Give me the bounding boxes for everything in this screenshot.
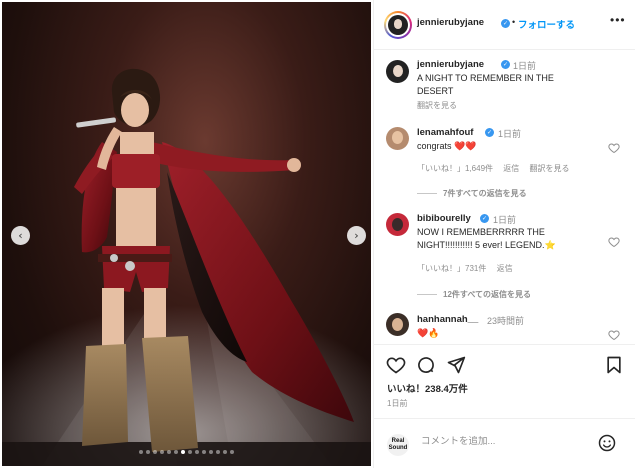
carousel-dot <box>195 450 199 454</box>
avatar[interactable] <box>384 11 412 39</box>
follow-button[interactable]: フォローする <box>518 17 575 31</box>
avatar[interactable] <box>386 127 409 150</box>
performer-illustration <box>2 68 371 466</box>
comment-meta: 「いいね！」731件 返信 <box>417 263 521 274</box>
smiley-icon[interactable] <box>597 433 617 453</box>
post-date: 1日前 <box>387 399 408 408</box>
replies-divider <box>417 294 437 296</box>
carousel-dot <box>188 450 192 454</box>
post-photo: ‹ › <box>2 2 371 466</box>
previous-image-button[interactable]: ‹ <box>11 226 30 245</box>
comment-username[interactable]: lenamahfouf <box>417 127 473 138</box>
caption-text-line1: A NIGHT TO REMEMBER IN THE <box>417 73 554 83</box>
like-comment-heart-icon[interactable] <box>608 236 620 248</box>
real-sound-logo: Real Sound <box>387 434 409 456</box>
post-media: ‹ › <box>0 0 373 468</box>
comment-text-line2: NIGHT!!!!!!!!!!! 5 ever! LEGEND.⭐ <box>417 240 556 250</box>
carousel-dot <box>174 450 178 454</box>
likes-count[interactable]: いいね！238.4万件 <box>387 381 468 395</box>
post-sidebar: jennierubyjane ✓ • フォローする ••• jennieruby… <box>373 0 635 468</box>
like-comment-heart-icon[interactable] <box>608 329 620 341</box>
comment-time: 1日前 <box>498 129 522 139</box>
more-options-icon[interactable]: ••• <box>610 13 626 27</box>
comment-text-line1: NOW I REMEMBERRRRR THE <box>417 227 545 237</box>
comment-likes[interactable]: 「いいね！」731件 <box>417 264 486 273</box>
carousel-dot <box>167 450 171 454</box>
verified-badge-icon: ✓ <box>485 128 494 137</box>
carousel-indicator <box>0 450 373 454</box>
view-replies-label: 7件すべての返信を見る <box>443 189 527 198</box>
chevron-right-icon: › <box>354 229 359 242</box>
comment-time: 1日前 <box>493 215 517 225</box>
verified-badge-icon: ✓ <box>501 19 510 28</box>
post-author-username[interactable]: jennierubyjane <box>417 17 484 28</box>
comment-time: 23時間前 <box>487 316 525 326</box>
comment-text: congrats ❤️❤️ <box>417 141 477 151</box>
like-comment-heart-icon[interactable] <box>608 142 620 154</box>
view-replies-label: 12件すべての返信を見る <box>443 290 532 299</box>
verified-badge-icon: ✓ <box>480 214 489 223</box>
caption-time: 1日前 <box>513 61 537 71</box>
separator-dot: • <box>512 17 516 27</box>
carousel-dot <box>202 450 206 454</box>
carousel-dot <box>153 450 157 454</box>
comment-username[interactable]: hanhannah__ <box>417 314 478 325</box>
bookmark-icon[interactable] <box>604 355 624 375</box>
reply-button[interactable]: 返信 <box>497 264 513 273</box>
add-comment-bar: Real Sound <box>374 418 635 468</box>
instagram-post-modal: ‹ › jennierubyjane ✓ • フォローする ••• jennie… <box>0 0 635 468</box>
caption-username[interactable]: jennierubyjane <box>417 59 484 70</box>
comments-list: jennierubyjane ✓ 1日前 A NIGHT TO REMEMBER… <box>374 51 635 344</box>
heart-icon[interactable] <box>386 355 406 375</box>
translate-button[interactable]: 翻訳を見る <box>530 164 570 173</box>
carousel-dot <box>160 450 164 454</box>
comment-input[interactable] <box>421 436 591 447</box>
carousel-dot <box>216 450 220 454</box>
view-replies-button[interactable]: 12件すべての返信を見る <box>417 289 531 300</box>
comment-text: ❤️🔥 <box>417 328 440 338</box>
carousel-dot <box>146 450 150 454</box>
view-replies-button[interactable]: 7件すべての返信を見る <box>417 188 527 199</box>
carousel-dot <box>223 450 227 454</box>
chevron-left-icon: ‹ <box>18 229 23 242</box>
comment-username[interactable]: bibibourelly <box>417 213 471 224</box>
paper-plane-icon[interactable] <box>446 355 466 375</box>
avatar[interactable] <box>386 313 409 336</box>
next-image-button[interactable]: › <box>347 226 366 245</box>
post-header: jennierubyjane ✓ • フォローする ••• <box>374 0 635 50</box>
avatar[interactable] <box>386 213 409 236</box>
caption-translate-link[interactable]: 翻訳を見る <box>417 100 457 111</box>
avatar[interactable] <box>386 60 409 83</box>
carousel-dot <box>181 450 185 454</box>
comment-icon[interactable] <box>416 355 436 375</box>
caption-text-line2: DESERT <box>417 86 454 96</box>
carousel-dot <box>139 450 143 454</box>
replies-divider <box>417 193 437 195</box>
verified-badge-icon: ✓ <box>501 60 510 69</box>
comment-meta: 「いいね！」1,649件 返信 翻訳を見る <box>417 163 578 174</box>
reply-button[interactable]: 返信 <box>503 164 519 173</box>
comment-likes[interactable]: 「いいね！」1,649件 <box>417 164 493 173</box>
carousel-dot <box>230 450 234 454</box>
carousel-dot <box>209 450 213 454</box>
